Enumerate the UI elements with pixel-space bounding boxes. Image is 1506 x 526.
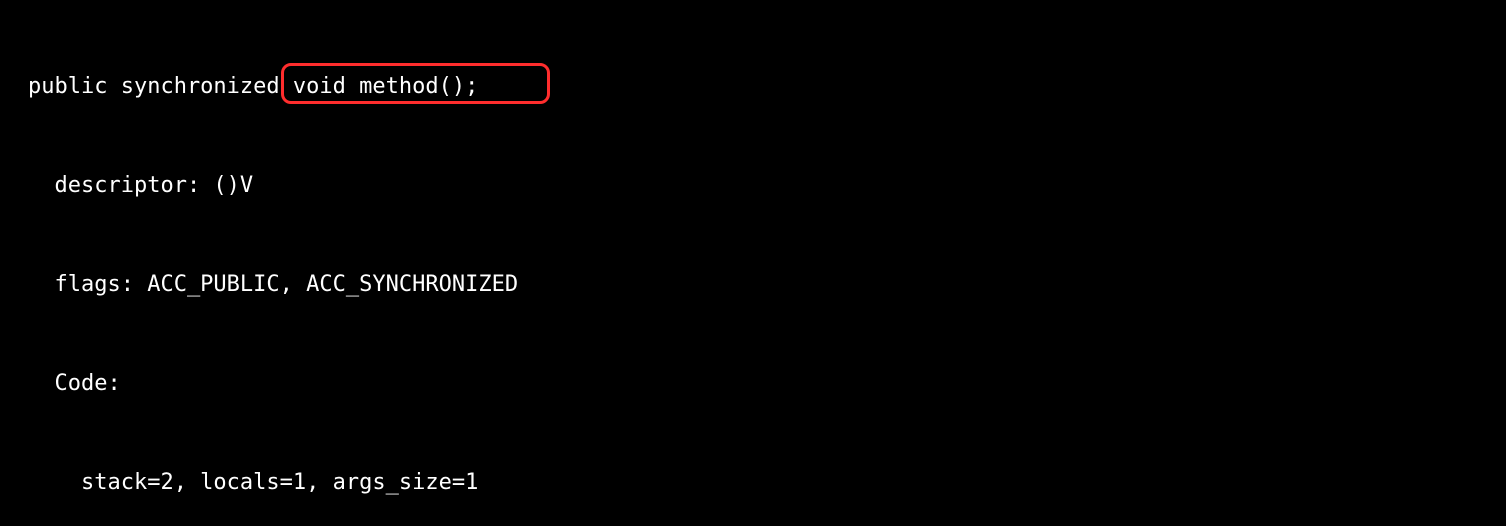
code-line: flags: ACC_PUBLIC, ACC_SYNCHRONIZED (0, 268, 1506, 301)
code-line: descriptor: ()V (0, 169, 1506, 202)
code-line: Code: (0, 367, 1506, 400)
code-line: stack=2, locals=1, args_size=1 (0, 466, 1506, 499)
terminal-output: public synchronized void method(); descr… (0, 0, 1506, 526)
code-line: public synchronized void method(); (0, 70, 1506, 103)
